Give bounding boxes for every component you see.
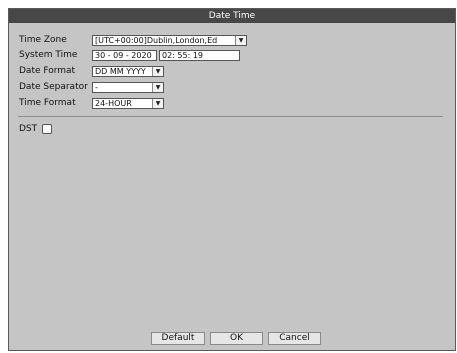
date-format-label: Date Format <box>19 66 76 76</box>
time-zone-label: Time Zone <box>19 35 67 45</box>
system-date-input[interactable]: 30 - 09 - 2020 <box>92 50 157 61</box>
dst-label: DST <box>19 124 38 134</box>
default-button[interactable]: Default <box>151 332 205 345</box>
date-format-value: DD MM YYYY <box>95 67 146 76</box>
date-time-dialog: Date Time Time Zone [UTC+00:00]Dublin,Lo… <box>8 8 456 351</box>
date-format-select[interactable]: DD MM YYYY ▼ <box>92 66 164 77</box>
chevron-down-icon[interactable]: ▼ <box>152 67 163 76</box>
window-title: Date Time <box>9 9 455 23</box>
time-zone-select[interactable]: [UTC+00:00]Dublin,London,Ed ▼ <box>92 35 247 46</box>
time-format-value: 24-HOUR <box>95 99 132 108</box>
cancel-button[interactable]: Cancel <box>268 332 321 345</box>
time-format-label: Time Format <box>19 98 76 108</box>
section-divider <box>18 116 443 117</box>
date-separator-value: - <box>95 83 98 92</box>
chevron-down-icon[interactable]: ▼ <box>152 99 163 108</box>
date-separator-select[interactable]: - ▼ <box>92 82 164 93</box>
time-format-select[interactable]: 24-HOUR ▼ <box>92 98 164 109</box>
chevron-down-icon[interactable]: ▼ <box>235 36 246 45</box>
system-time-label: System Time <box>19 50 78 60</box>
ok-button[interactable]: OK <box>210 332 263 345</box>
time-zone-value: [UTC+00:00]Dublin,London,Ed <box>95 36 218 45</box>
system-time-input[interactable]: 02: 55: 19 <box>159 50 240 61</box>
date-separator-label: Date Separator <box>19 82 88 92</box>
dst-checkbox[interactable] <box>42 124 52 134</box>
chevron-down-icon[interactable]: ▼ <box>152 83 163 92</box>
